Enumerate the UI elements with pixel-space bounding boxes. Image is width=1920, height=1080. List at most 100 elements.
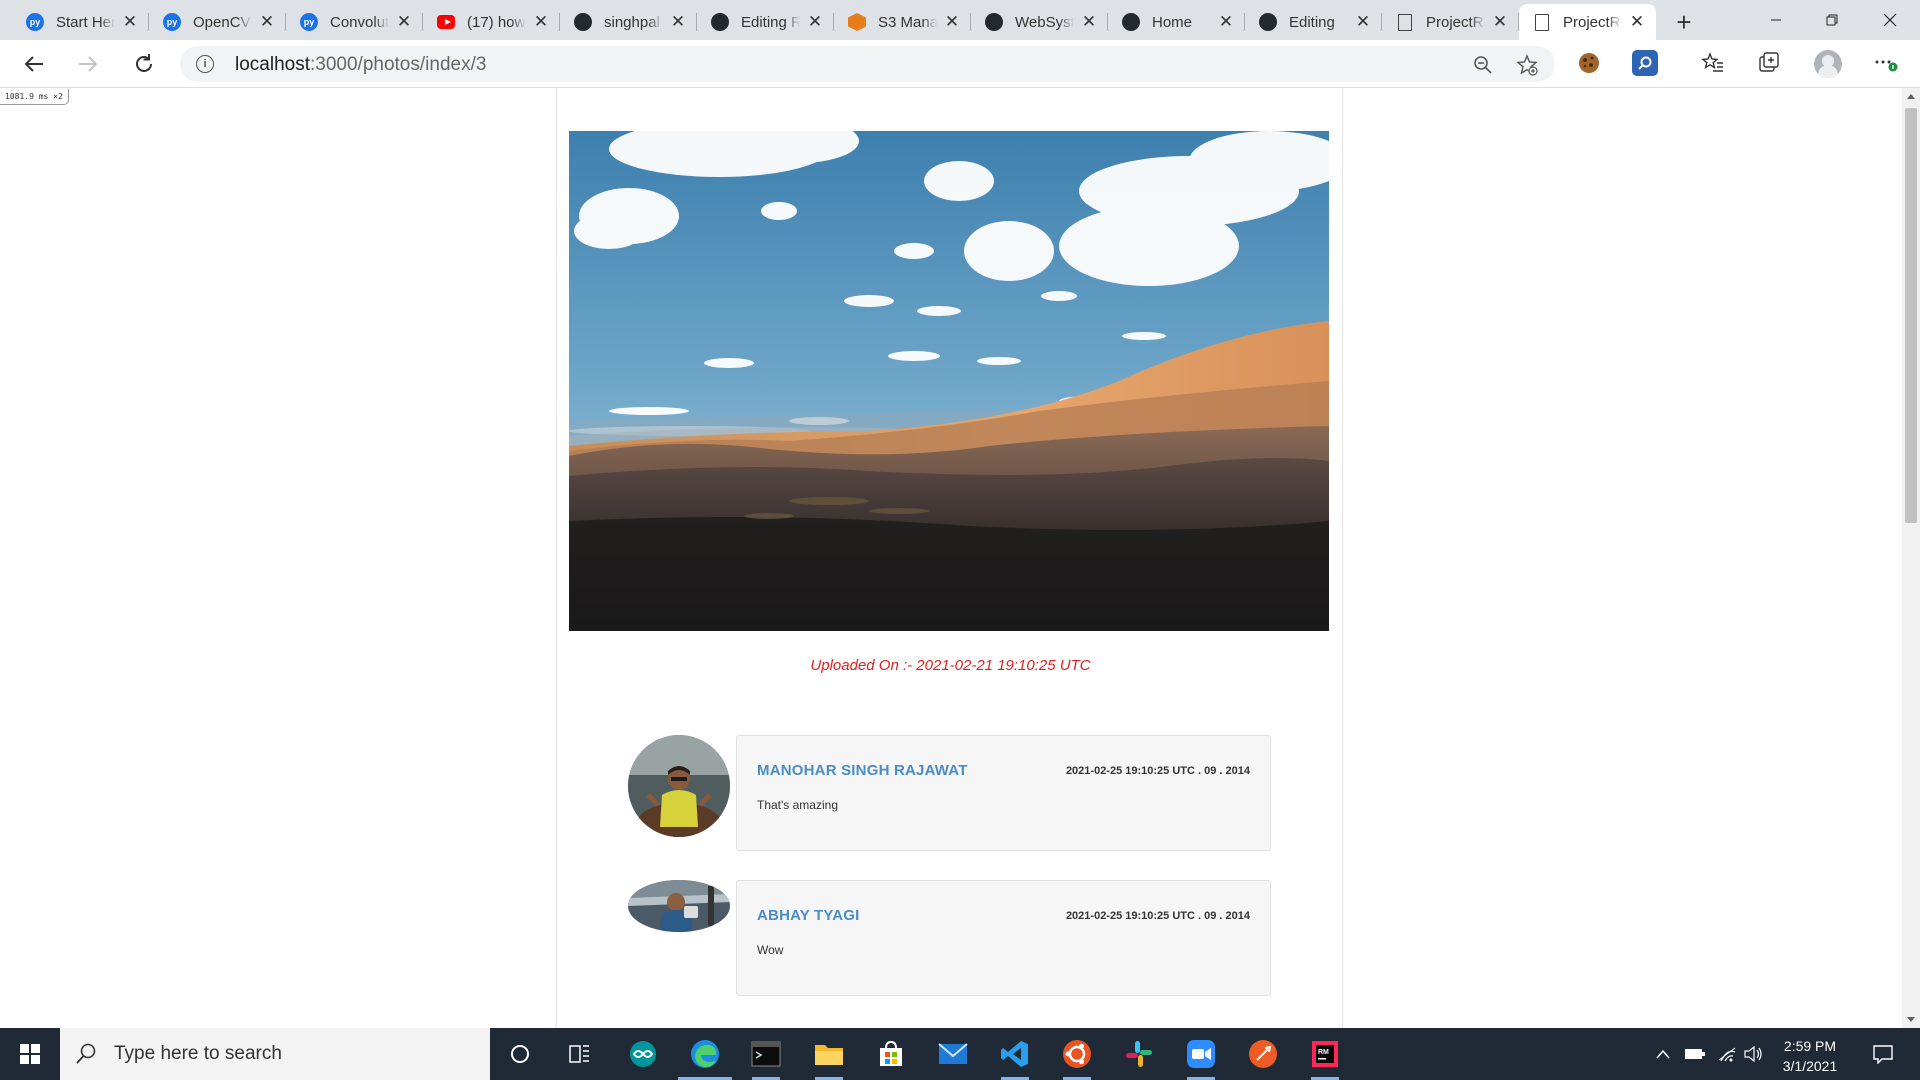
zoom-video-icon <box>1187 1040 1215 1068</box>
cortana-button[interactable] <box>502 1036 538 1072</box>
comment-date: 2021-02-25 19:10:25 UTC . 09 . 2014 <box>1065 765 1250 777</box>
file-explorer-button[interactable] <box>811 1036 847 1080</box>
restore-button[interactable] <box>1804 0 1860 40</box>
microsoft-store-button[interactable] <box>873 1036 909 1072</box>
comment-author[interactable]: MANOHAR SINGH RAJAWAT <box>757 762 968 779</box>
cookie-extension-icon[interactable] <box>1576 50 1602 76</box>
edge-app-button[interactable] <box>678 1036 732 1080</box>
tab-opencv[interactable]: py OpenCV ✕ <box>149 4 286 40</box>
settings-menu-button[interactable] <box>1872 50 1898 76</box>
reload-button[interactable] <box>126 46 162 82</box>
task-view-button[interactable] <box>562 1036 598 1072</box>
close-icon[interactable]: ✕ <box>943 12 961 31</box>
comment-author[interactable]: ABHAY TYAGI <box>757 907 860 924</box>
taskbar-search-box[interactable]: Type here to search <box>60 1028 490 1080</box>
close-icon[interactable]: ✕ <box>258 12 276 31</box>
windows-logo-icon <box>20 1044 40 1064</box>
battery-indicator[interactable] <box>1682 1028 1708 1080</box>
postman-icon <box>1249 1040 1277 1068</box>
notification-icon <box>1873 1045 1893 1064</box>
slack-app-button[interactable] <box>1121 1036 1157 1072</box>
github-icon <box>1122 13 1140 31</box>
back-button[interactable] <box>16 46 52 82</box>
tab-title: (17) how <box>467 13 526 31</box>
slack-icon <box>1126 1041 1152 1067</box>
action-center-button[interactable] <box>1862 1028 1904 1080</box>
tab-title: Start Here <box>56 13 115 31</box>
close-icon[interactable]: ✕ <box>806 12 824 31</box>
tab-title: singhpal <box>604 13 660 31</box>
tab-start-here[interactable]: py Start Here ✕ <box>12 4 149 40</box>
zoom-app-button[interactable] <box>1183 1036 1219 1080</box>
url-text[interactable]: localhost:3000/photos/index/3 <box>235 54 486 76</box>
close-icon[interactable]: ✕ <box>1217 12 1235 31</box>
close-icon[interactable]: ✕ <box>1491 12 1509 31</box>
address-bar[interactable]: i localhost:3000/photos/index/3 <box>180 46 1555 82</box>
rubymine-icon: RM <box>1312 1041 1338 1067</box>
browser-tab-strip: py Start Here ✕ py OpenCV ✕ py Convoluti… <box>0 0 1920 40</box>
mail-app-button[interactable] <box>935 1036 971 1072</box>
page-scrollbar[interactable] <box>1902 88 1920 1028</box>
tab-title: WebSystem <box>1015 13 1074 31</box>
tab-title: S3 Management <box>878 13 937 31</box>
site-info-icon[interactable]: i <box>196 55 214 73</box>
profile-avatar[interactable] <box>1814 50 1842 78</box>
tab-github-singhpal[interactable]: singhpal ✕ <box>560 4 697 40</box>
start-button[interactable] <box>0 1028 60 1080</box>
tab-s3[interactable]: S3 Management ✕ <box>834 4 971 40</box>
volume-indicator[interactable] <box>1740 1028 1766 1080</box>
tab-projectr-active[interactable]: ProjectR ✕ <box>1519 4 1656 40</box>
close-icon[interactable]: ✕ <box>395 12 413 31</box>
vscode-icon <box>1001 1041 1028 1067</box>
close-icon[interactable]: ✕ <box>669 12 687 31</box>
tab-youtube[interactable]: (17) how ✕ <box>423 4 560 40</box>
arduino-app-button[interactable] <box>625 1036 661 1072</box>
close-window-button[interactable] <box>1862 0 1918 40</box>
forward-button[interactable] <box>70 46 106 82</box>
tab-convolution[interactable]: py Convolution ✕ <box>286 4 423 40</box>
tab-list: py Start Here ✕ py OpenCV ✕ py Convoluti… <box>12 4 1656 40</box>
show-hidden-icons-button[interactable] <box>1652 1028 1674 1080</box>
scrollbar-thumb[interactable] <box>1905 108 1917 523</box>
tab-websystem[interactable]: WebSystem ✕ <box>971 4 1108 40</box>
windows-taskbar: Type here to search RM 2:59 PM 3/1/2021 <box>0 1028 1920 1080</box>
comment-card: MANOHAR SINGH RAJAWAT 2021-02-25 19:10:2… <box>736 735 1271 851</box>
tab-home[interactable]: Home ✕ <box>1108 4 1245 40</box>
postman-app-button[interactable] <box>1245 1036 1281 1072</box>
new-tab-button[interactable]: + <box>1666 4 1702 40</box>
wifi-icon <box>1718 1047 1736 1062</box>
store-bag-icon <box>880 1040 902 1066</box>
ubuntu-icon <box>1063 1040 1091 1068</box>
tab-projectr[interactable]: ProjectR ✕ <box>1382 4 1519 40</box>
minimize-button[interactable] <box>1748 0 1804 40</box>
scroll-down-arrow-icon[interactable] <box>1907 1017 1915 1022</box>
search-extension-icon[interactable] <box>1632 50 1658 76</box>
comment-text: Wow <box>757 943 784 957</box>
github-icon <box>574 13 592 31</box>
close-icon[interactable]: ✕ <box>1354 12 1372 31</box>
reload-icon <box>136 54 152 72</box>
close-icon[interactable]: ✕ <box>532 12 550 31</box>
add-favorite-icon[interactable] <box>1516 54 1538 76</box>
scroll-up-arrow-icon[interactable] <box>1907 94 1915 99</box>
close-icon[interactable]: ✕ <box>121 12 139 31</box>
tab-title: Home <box>1152 13 1193 31</box>
close-icon[interactable]: ✕ <box>1628 12 1646 31</box>
wifi-indicator[interactable] <box>1714 1028 1740 1080</box>
close-window-icon <box>1883 13 1897 27</box>
comment-card: ABHAY TYAGI 2021-02-25 19:10:25 UTC . 09… <box>736 880 1271 996</box>
vscode-app-button[interactable] <box>997 1036 1033 1080</box>
zoom-out-icon[interactable] <box>1472 54 1494 76</box>
commenter-avatar <box>628 880 730 932</box>
tab-editing[interactable]: Editing ✕ <box>1245 4 1382 40</box>
tab-github-editing[interactable]: Editing R ✕ <box>697 4 834 40</box>
terminal-app-button[interactable] <box>748 1036 784 1080</box>
profiler-timing-badge[interactable]: 1081.9 ms ×2 <box>0 89 69 105</box>
collections-icon[interactable] <box>1756 50 1782 76</box>
ubuntu-app-button[interactable] <box>1059 1036 1095 1080</box>
taskbar-clock[interactable]: 2:59 PM 3/1/2021 <box>1764 1036 1856 1076</box>
close-icon[interactable]: ✕ <box>1080 12 1098 31</box>
rubymine-app-button[interactable]: RM <box>1307 1036 1343 1080</box>
forward-arrow-icon <box>79 56 98 72</box>
favorites-icon[interactable] <box>1700 50 1726 76</box>
